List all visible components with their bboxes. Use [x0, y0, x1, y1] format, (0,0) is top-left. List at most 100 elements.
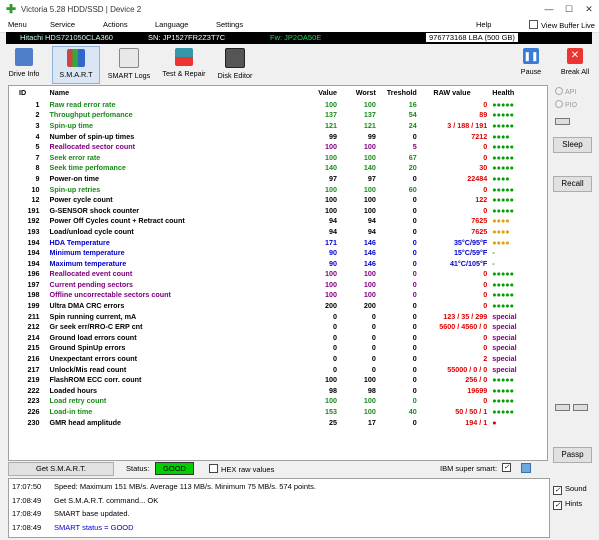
drive-model[interactable]: Hitachi HDS721050CLA360	[20, 33, 113, 42]
table-row[interactable]: 192 Power Off Cycles count + Retract coun…	[9, 216, 547, 227]
break-all-icon: ✕	[567, 48, 583, 64]
table-row[interactable]: 214 Ground load errors count 0 0 0 0 special	[9, 332, 547, 343]
table-row[interactable]: 9 Power-on time 97 97 0 22484 ●●●●	[9, 173, 547, 184]
sound-checkbox[interactable]: ✓	[553, 486, 562, 495]
menu-item-settings[interactable]: Settings	[216, 20, 243, 29]
log-time: 17:08:49	[12, 522, 42, 532]
table-row[interactable]: 191 G-SENSOR shock counter 100 100 0 0 ●●●●●	[9, 205, 547, 216]
pause-button[interactable]: ❚❚ Pause	[516, 46, 546, 82]
table-row[interactable]: 212 Gr seek err/RRO-C ERP cnt 0 0 0 5600 / 45…	[9, 321, 547, 332]
row-name: GMR head amplitude	[49, 417, 122, 427]
table-row[interactable]: 196 Reallocated event count 100 100 0 0 ●●●●●	[9, 269, 547, 280]
menu-item-service[interactable]: Service	[50, 20, 75, 29]
hints-checkbox[interactable]: ✓	[553, 501, 562, 510]
row-id: 217	[27, 364, 40, 374]
row-treshold: 0	[412, 290, 417, 300]
smart-table[interactable]: ID Name Value Worst Treshold RAW value H…	[8, 85, 548, 461]
table-row[interactable]: 193 Load/unload cycle count 94 94 0 7625 ●●●●	[9, 226, 547, 237]
hints-toggle[interactable]: ✓ Hints	[553, 499, 587, 510]
table-row[interactable]: 215 Ground SpinUp errors 0 0 0 0 special	[9, 343, 547, 354]
row-id: 211	[27, 311, 40, 321]
sleep-button[interactable]: Sleep	[553, 137, 592, 153]
row-treshold: 60	[408, 184, 417, 194]
row-value: 98	[328, 385, 337, 395]
row-health: special	[492, 311, 517, 321]
table-row[interactable]: 226 Load-in time 153 100 40 50 / 50 / 1 ●●●●●	[9, 406, 547, 417]
pio-radio[interactable]: PIO	[555, 100, 577, 109]
get-smart-button[interactable]: Get S.M.A.R.T.	[8, 462, 114, 476]
ibm-options-icon[interactable]	[521, 463, 531, 473]
log-panel[interactable]: 17:07:50 Speed: Maximum 151 MB/s. Average…	[8, 478, 550, 538]
row-value: 100	[324, 195, 337, 205]
table-row[interactable]: 3 Spin-up time 121 121 24 3 / 188 / 191 ●●●●●	[9, 120, 547, 131]
row-worst: 137	[363, 110, 376, 120]
table-row[interactable]: 4 Number of spin-up times 99 99 0 7212 ●●●●	[9, 131, 547, 142]
break-all-button[interactable]: ✕ Break All	[558, 46, 592, 82]
pio-radio-circle	[555, 100, 563, 108]
table-row[interactable]: 197 Current pending sectors 100 100 0 0 ●●●●●	[9, 279, 547, 290]
log-message: SMART base updated.	[54, 509, 130, 518]
table-row[interactable]: 223 Load retry count 100 100 0 0 ●●●●●	[9, 396, 547, 407]
table-row[interactable]: 217 Unlock/Mis read count 0 0 0 55000 / 0 / 0…	[9, 364, 547, 375]
row-health: special	[492, 354, 517, 364]
row-value: 25	[328, 417, 337, 427]
table-row[interactable]: 219 FlashROM ECC corr. count 100 100 0 256 / …	[9, 374, 547, 385]
menu-item-actions[interactable]: Actions	[103, 20, 128, 29]
row-worst: 100	[363, 407, 376, 417]
table-row[interactable]: 1 Raw read error rate 100 100 16 0 ●●●●●	[9, 99, 547, 110]
table-row[interactable]: 5 Reallocated sector count 100 100 5 0 ●●●●●	[9, 141, 547, 152]
panel-mini-button-2[interactable]	[573, 404, 588, 411]
row-raw: 0	[483, 343, 488, 353]
row-worst: 0	[371, 364, 376, 374]
passp-button[interactable]: Passp	[553, 447, 592, 463]
row-health: ●●●●●	[492, 120, 514, 130]
smart-logs-button[interactable]: SMART Logs	[104, 46, 154, 82]
row-health: ●●●●●	[492, 375, 514, 385]
row-value: 137	[324, 110, 337, 120]
hex-raw-checkbox[interactable]	[209, 464, 218, 473]
row-treshold: 0	[412, 258, 417, 268]
recall-button[interactable]: Recall	[553, 176, 592, 192]
table-row[interactable]: 10 Spin-up retries 100 100 60 0 ●●●●●	[9, 184, 547, 195]
status-label: Status:	[126, 464, 150, 473]
view-buffer-checkbox[interactable]	[529, 20, 538, 29]
test-repair-button[interactable]: Test & Repair	[158, 46, 210, 82]
row-value: 94	[328, 226, 337, 236]
minimize-button[interactable]: —	[539, 0, 559, 18]
table-row[interactable]: 8 Seek time perfomance 140 140 20 30 ●●●●●	[9, 163, 547, 174]
panel-slider-handle[interactable]	[555, 118, 570, 125]
disk-editor-button[interactable]: Disk Editor	[214, 46, 256, 82]
hints-label: Hints	[565, 499, 583, 508]
table-row[interactable]: 194 HDA Temperature 171 146 0 35°C/95°F ●●●●	[9, 237, 547, 248]
ibm-super-smart-checkbox[interactable]: ✓	[502, 463, 511, 472]
row-name: Ground SpinUp errors	[49, 343, 126, 353]
drive-firmware: Fw: JP2OA50E	[270, 33, 322, 42]
close-button[interactable]: ✕	[579, 0, 599, 18]
menu-item-help[interactable]: Help	[476, 20, 491, 29]
table-row[interactable]: 2 Throughput perfomance 137 137 54 89 ●●●●●	[9, 110, 547, 121]
view-buffer-live[interactable]: View Buffer Live	[529, 20, 595, 30]
hex-raw-toggle[interactable]: HEX raw values	[209, 464, 274, 474]
drive-info-button[interactable]: Drive Info	[4, 46, 44, 82]
log-options: ✓ Sound ✓ Hints	[553, 484, 587, 510]
menu-item-language[interactable]: Language	[155, 20, 188, 29]
table-row[interactable]: 199 Ultra DMA CRC errors 200 200 0 0 ●●●●●	[9, 300, 547, 311]
smart-chart-icon	[67, 49, 85, 67]
table-row[interactable]: 194 Minimum temperature 90 146 0 15°C/59°F -	[9, 247, 547, 258]
table-row[interactable]: 230 GMR head amplitude 25 17 0 194 / 1 ●	[9, 417, 547, 428]
table-row[interactable]: 216 Unexpectant errors count 0 0 0 2 special	[9, 353, 547, 364]
api-radio[interactable]: API	[555, 87, 576, 96]
table-row[interactable]: 198 Offline uncorrectable sectors count 10…	[9, 290, 547, 301]
test-repair-icon	[175, 48, 193, 66]
row-value: 200	[324, 301, 337, 311]
table-row[interactable]: 194 Maximum temperature 90 146 0 41°C/105°F -	[9, 258, 547, 269]
maximize-button[interactable]: ☐	[559, 0, 579, 18]
table-row[interactable]: 7 Seek error rate 100 100 67 0 ●●●●●	[9, 152, 547, 163]
panel-mini-button-1[interactable]	[555, 404, 570, 411]
table-row[interactable]: 211 Spin running current, mA 0 0 0 123 / 35 /…	[9, 311, 547, 322]
table-row[interactable]: 222 Loaded hours 98 98 0 19699 ●●●●●	[9, 385, 547, 396]
table-row[interactable]: 12 Power cycle count 100 100 0 122 ●●●●●	[9, 194, 547, 205]
menu-item-menu[interactable]: Menu	[8, 20, 27, 29]
sound-toggle[interactable]: ✓ Sound	[553, 484, 587, 495]
smart-tab-button[interactable]: S.M.A.R.T	[52, 46, 100, 84]
